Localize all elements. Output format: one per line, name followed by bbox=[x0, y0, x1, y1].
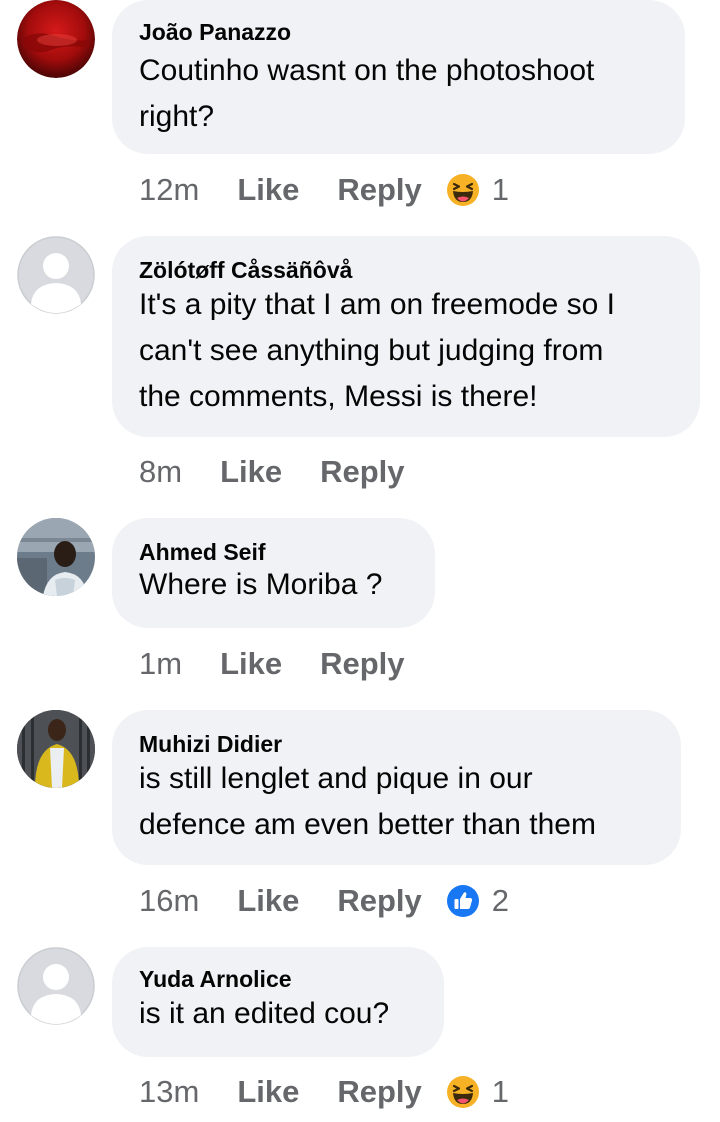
comment-text-line: the comments, Messi is there! bbox=[139, 380, 538, 413]
reply-button[interactable]: Reply bbox=[337, 1074, 421, 1110]
avatar-photo bbox=[17, 710, 95, 788]
thumbs-up-icon bbox=[446, 885, 479, 917]
reaction-summary[interactable]: 1 bbox=[446, 1074, 509, 1110]
comment-timestamp[interactable]: 16m bbox=[139, 883, 199, 919]
comment-text: It's a pity that I am on freemode so I c… bbox=[139, 282, 672, 420]
reply-button[interactable]: Reply bbox=[337, 883, 421, 919]
comment-text-line: is it an edited cou? bbox=[139, 997, 390, 1030]
comment-bubble: Yuda Arnolice is it an edited cou? bbox=[112, 947, 444, 1057]
comment-bubble: Muhizi Didier is still lenglet and pique… bbox=[112, 710, 681, 865]
comment-actions: 8m Like Reply bbox=[139, 452, 405, 492]
comment-bubble: João Panazzo Coutinho wasnt on the photo… bbox=[112, 0, 685, 154]
reaction-count: 2 bbox=[491, 883, 510, 918]
like-button[interactable]: Like bbox=[237, 172, 299, 208]
default-avatar-icon bbox=[17, 947, 95, 1025]
default-avatar-icon bbox=[17, 236, 95, 314]
comment-actions: 16m Like Reply 2 bbox=[139, 881, 509, 921]
comment-text: is it an edited cou? bbox=[139, 991, 416, 1037]
comment-bubble: Zölótøff Cåssäñôvå It's a pity that I am… bbox=[112, 236, 700, 437]
like-button[interactable]: Like bbox=[237, 1074, 299, 1110]
reply-button[interactable]: Reply bbox=[320, 646, 404, 682]
comment-actions: 13m Like Reply 1 bbox=[139, 1072, 509, 1112]
haha-emoji-icon bbox=[446, 1076, 479, 1108]
comment-text-line: Where is Moriba ? bbox=[139, 568, 383, 601]
reaction-summary[interactable]: 1 bbox=[446, 172, 509, 208]
avatar[interactable] bbox=[17, 947, 95, 1025]
comment-bubble: Ahmed Seif Where is Moriba ? bbox=[112, 518, 435, 628]
comment-text-line: is still lenglet and pique in our bbox=[139, 762, 533, 795]
comment-author[interactable]: Zölótøff Cåssäñôvå bbox=[139, 256, 672, 284]
comment-author[interactable]: João Panazzo bbox=[139, 18, 657, 46]
comment-timestamp[interactable]: 13m bbox=[139, 1074, 199, 1110]
avatar[interactable] bbox=[17, 518, 95, 596]
reply-button[interactable]: Reply bbox=[337, 172, 421, 208]
comment-timestamp[interactable]: 12m bbox=[139, 172, 199, 208]
comment-timestamp[interactable]: 1m bbox=[139, 646, 182, 682]
like-button[interactable]: Like bbox=[220, 454, 282, 490]
like-button[interactable]: Like bbox=[220, 646, 282, 682]
comment-actions: 1m Like Reply bbox=[139, 644, 405, 684]
comment-text-line: can't see anything but judging from bbox=[139, 334, 604, 367]
reply-button[interactable]: Reply bbox=[320, 454, 404, 490]
avatar[interactable] bbox=[17, 0, 95, 78]
avatar[interactable] bbox=[17, 710, 95, 788]
comment-text: Where is Moriba ? bbox=[139, 562, 407, 608]
comment-text-line: Coutinho wasnt on the photoshoot bbox=[139, 54, 595, 87]
reaction-count: 1 bbox=[491, 172, 510, 207]
like-button[interactable]: Like bbox=[237, 883, 299, 919]
comment-text-line: It's a pity that I am on freemode so I bbox=[139, 288, 615, 321]
comment-text: is still lenglet and pique in our defenc… bbox=[139, 756, 653, 848]
comment-text: Coutinho wasnt on the photoshoot right? bbox=[139, 48, 657, 140]
comment-author[interactable]: Yuda Arnolice bbox=[139, 965, 416, 993]
haha-emoji-icon bbox=[446, 174, 479, 206]
comment-text-line: defence am even better than them bbox=[139, 808, 596, 841]
comment-author[interactable]: Muhizi Didier bbox=[139, 730, 653, 758]
comment-actions: 12m Like Reply 1 bbox=[139, 170, 509, 210]
avatar-photo bbox=[17, 0, 95, 78]
reaction-summary[interactable]: 2 bbox=[446, 883, 509, 919]
avatar[interactable] bbox=[17, 236, 95, 314]
comment-text-line: right? bbox=[139, 100, 215, 133]
reaction-count: 1 bbox=[491, 1074, 510, 1109]
comment-timestamp[interactable]: 8m bbox=[139, 454, 182, 490]
avatar-photo bbox=[17, 518, 95, 596]
